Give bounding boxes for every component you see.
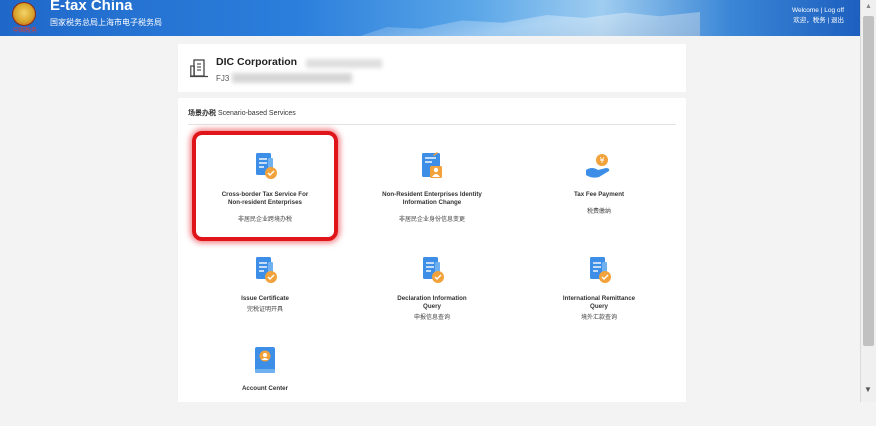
tile-label-cn: 申报信息查询 (413, 315, 450, 321)
tile-label: Cross-border Tax Service For Non-resident… (221, 191, 309, 206)
document-badge-icon (590, 257, 611, 283)
tile-issue-certificate[interactable]: Issue Certificate 完税证明开具 (181, 236, 349, 336)
vertical-scrollbar[interactable]: ▲ ▼ (860, 0, 876, 402)
welcome-link[interactable]: Welcome (792, 7, 819, 14)
tile-declaration-query[interactable]: Declaration Information Query 申报信息查询 (348, 236, 516, 336)
great-wall-decoration (360, 12, 700, 36)
document-badge-icon (256, 257, 277, 283)
tile-tax-fee-payment[interactable]: ¥ Tax Fee Payment 税费缴纳 (515, 132, 683, 232)
tile-cross-border-tax[interactable]: Cross-border Tax Service For Non-resident… (181, 132, 349, 232)
scroll-down-arrow-icon[interactable]: ▼ (864, 385, 872, 394)
header-links: Welcome | Log off 欢迎，税务 | 退出 (791, 7, 844, 26)
svg-text:¥: ¥ (599, 156, 604, 165)
tile-label: Account Center (241, 385, 289, 392)
site-header: 中国税务 E-tax China 国家税务总局上海市电子税务局 Welcome … (0, 0, 860, 36)
document-badge-icon (256, 153, 277, 179)
yuan-hand-icon: ¥ (586, 154, 610, 178)
tile-identity-change[interactable]: Non-Resident Enterprises Identity Informa… (348, 132, 516, 232)
tile-label: Issue Certificate (241, 295, 289, 302)
tile-remittance-query[interactable]: International Remittance Query 境外汇款查询 (515, 236, 683, 336)
site-subtitle: 国家税务总局上海市电子税务局 (50, 18, 162, 27)
site-title: E-tax China (50, 0, 133, 14)
company-card: DIC Corporation FJ3 (178, 44, 686, 92)
tile-label-cn: 完税证明开具 (246, 307, 283, 313)
document-person-icon (422, 152, 442, 178)
redacted-text (306, 59, 382, 68)
tile-label-cn: 非居民企业身份信息变更 (398, 217, 465, 223)
section-title: 场景办税 Scenario-based Services (188, 110, 296, 117)
tile-label: Declaration Information Query (397, 295, 467, 310)
header-cn-links[interactable]: 欢迎，税务 | 退出 (792, 16, 844, 26)
document-badge-icon (423, 257, 444, 283)
redacted-id (232, 73, 352, 83)
services-panel: 场景办税 Scenario-based Services Cross-borde… (178, 98, 686, 402)
account-book-icon (255, 347, 275, 373)
scroll-up-arrow-icon[interactable]: ▲ (865, 3, 872, 10)
logout-link[interactable]: Log off (824, 7, 844, 14)
tile-label: International Remittance Query (562, 295, 636, 310)
company-name: DIC Corporation (216, 56, 298, 68)
tile-label-cn: 境外汇款查询 (580, 315, 617, 321)
section-divider (188, 124, 676, 125)
building-icon (190, 59, 208, 78)
tile-account-center[interactable]: Account Center (181, 326, 349, 426)
tile-label: Non-Resident Enterprises Identity Informa… (382, 191, 482, 206)
tax-emblem-logo: 中国税务 (8, 2, 40, 34)
tile-label-cn: 税费缴纳 (586, 209, 611, 215)
company-id: FJ3 (216, 74, 230, 83)
tile-label-cn: 非居民企业跨境办税 (237, 217, 292, 223)
tile-label: Tax Fee Payment (573, 191, 625, 198)
scroll-thumb[interactable] (863, 16, 874, 346)
